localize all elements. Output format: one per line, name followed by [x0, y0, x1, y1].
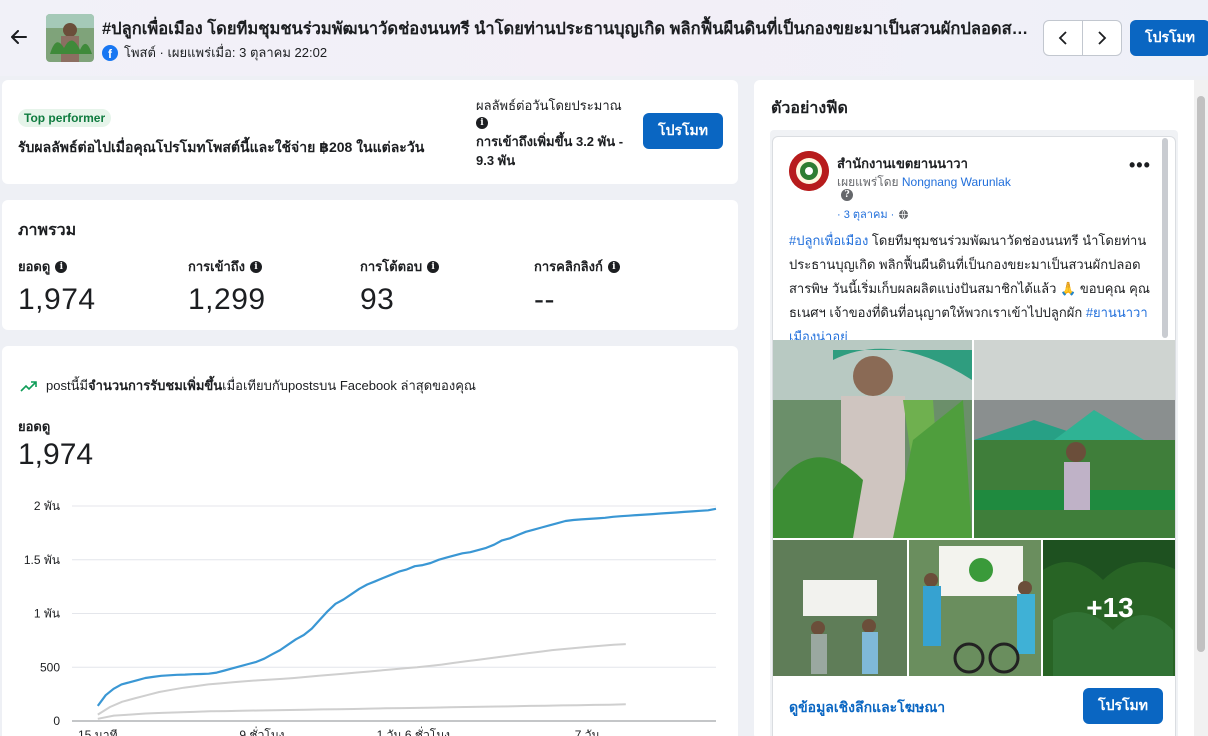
- metric-label: ยอดดู: [18, 259, 51, 274]
- photo-2[interactable]: [974, 340, 1175, 538]
- metric-views: ยอดดู i 1,974: [18, 256, 96, 317]
- y-tick-label: 0: [53, 714, 60, 728]
- promote-description: รับผลลัพธ์ต่อไปเมื่อคุณโปรโมทโพสต์นี้และ…: [18, 139, 425, 155]
- chart-metric-value: 1,974: [18, 438, 94, 471]
- feed-preview-card: ตัวอย่างฟีด สำนักงานเขตยานนาวา เผยแพร่โด…: [754, 80, 1208, 736]
- trend-note: postนี้มีจำนวนการรับชมเพิ่มขึ้นเมื่อเทีย…: [20, 375, 476, 396]
- photo-4[interactable]: [909, 540, 1041, 676]
- globe-icon: [899, 209, 909, 220]
- back-arrow-icon[interactable]: [8, 26, 30, 48]
- metric-label: การโต้ตอบ: [360, 259, 423, 274]
- preview-scrollbar[interactable]: [1162, 138, 1168, 338]
- card-promote-button[interactable]: โปรโมท: [643, 113, 723, 149]
- page-name[interactable]: สำนักงานเขตยานนาวา: [837, 153, 968, 174]
- x-tick-label: 7 วัน: [575, 728, 600, 736]
- chevron-right-icon: [1098, 31, 1107, 45]
- chevron-left-icon: [1058, 31, 1067, 45]
- metric-value: --: [534, 283, 555, 316]
- photo-grid: +13: [773, 340, 1175, 676]
- info-icon[interactable]: i: [607, 260, 620, 273]
- post-date-text: · 3 ตุลาคม ·: [837, 209, 895, 221]
- hashtag-link[interactable]: #ปลูกเพื่อเมือง: [789, 233, 868, 248]
- more-photos-count: +13: [1043, 540, 1175, 676]
- y-tick-label: 500: [40, 660, 60, 674]
- photo-5[interactable]: +13: [1043, 540, 1175, 676]
- metric-engagement: การโต้ตอบ i 93: [360, 256, 440, 317]
- publisher-name[interactable]: Nongnang Warunlak: [902, 175, 1011, 189]
- photo-1[interactable]: [773, 340, 972, 538]
- insights-and-ads-link[interactable]: ดูข้อมูลเชิงลึกและโฆษณา: [789, 697, 945, 719]
- views-chart-card: postนี้มีจำนวนการรับชมเพิ่มขึ้นเมื่อเทีย…: [2, 346, 738, 736]
- post-promote-button[interactable]: โปรโมท: [1083, 688, 1163, 724]
- metric-label: การคลิกลิงก์: [534, 259, 603, 274]
- top-performer-card: Top performer รับผลลัพธ์ต่อไปเมื่อคุณโปร…: [2, 80, 738, 184]
- metric-label: การเข้าถึง: [188, 259, 246, 274]
- trend-bold: จำนวนการรับชมเพิ่มขึ้น: [88, 378, 223, 393]
- feed-post: สำนักงานเขตยานนาวา เผยแพร่โดย Nongnang W…: [772, 136, 1176, 736]
- metric-link-clicks: การคลิกลิงก์ i --: [534, 256, 620, 317]
- post-date: · 3 ตุลาคม ·: [837, 205, 909, 223]
- published-by-label: เผยแพร่โดย: [837, 175, 899, 189]
- overview-card: ภาพรวม ยอดดู i 1,974 การเข้าถึง i 1,299 กา…: [2, 200, 738, 330]
- x-tick-label: 1 วัน 6 ชั่วโมง: [377, 726, 450, 736]
- page-avatar: [789, 151, 829, 191]
- post-thumbnail: [46, 14, 94, 62]
- published-by: เผยแพร่โดย Nongnang Warunlak: [837, 173, 1011, 192]
- x-tick-label: 15 นาที: [78, 728, 118, 736]
- x-tick-label: 9 ชั่วโมง: [239, 726, 284, 736]
- chart-metric-label: ยอดดู: [18, 419, 51, 434]
- info-icon[interactable]: i: [427, 260, 440, 273]
- metric-reach: การเข้าถึง i 1,299: [188, 256, 266, 317]
- header-promote-button[interactable]: โปรโมท: [1130, 20, 1208, 56]
- preview-title: ตัวอย่างฟีด: [771, 100, 848, 117]
- y-tick-label: 1.5 พัน: [24, 553, 60, 567]
- comparison-series-line: [97, 643, 626, 716]
- help-icon[interactable]: ?: [841, 189, 853, 201]
- scrollbar-thumb[interactable]: [1197, 96, 1205, 652]
- post-title: #ปลูกเพื่อเมือง โดยทีมชุมชนร่วมพัฒนาวัดช…: [102, 20, 1032, 38]
- info-icon[interactable]: i: [250, 260, 263, 273]
- comparison-series-line: [97, 703, 626, 720]
- estimate-value: การเข้าถึงเพิ่มขึ้น 3.2 พัน - 9.3 พัน: [476, 134, 624, 168]
- facebook-icon: f: [102, 44, 118, 61]
- trend-prefix: postนี้มี: [46, 378, 89, 393]
- photo-3[interactable]: [773, 540, 907, 676]
- views-line-chart: 0 500 1 พัน 1.5 พัน 2 พัน 15 นาที 9 ชั่วโมง 1 ว…: [24, 499, 717, 736]
- y-tick-label: 1 พัน: [34, 607, 60, 621]
- next-post-button[interactable]: [1082, 20, 1122, 56]
- info-icon[interactable]: i: [55, 260, 68, 273]
- post-meta-text: โพสต์ · เผยแพร่เมื่อ: 3 ตุลาคม 22:02: [124, 45, 328, 60]
- y-tick-label: 2 พัน: [34, 499, 60, 513]
- estimate-label: ผลลัพธ์ต่อวันโดยประมาณ: [476, 98, 622, 113]
- metric-value: 1,299: [188, 283, 266, 316]
- metric-value: 1,974: [18, 283, 96, 316]
- trending-up-icon: [20, 380, 37, 392]
- trend-suffix: เมื่อเทียบกับpostsบน Facebook ล่าสุดของค…: [222, 378, 476, 393]
- post-header: #ปลูกเพื่อเมือง โดยทีมชุมชนร่วมพัฒนาวัดช…: [0, 0, 1208, 76]
- page-scrollbar[interactable]: [1194, 80, 1208, 736]
- post-body: #ปลูกเพื่อเมือง โดยทีมชุมชนร่วมพัฒนาวัดช…: [789, 229, 1161, 349]
- previous-post-button[interactable]: [1043, 20, 1083, 56]
- overview-title: ภาพรวม: [18, 222, 77, 239]
- top-performer-badge: Top performer: [18, 109, 112, 127]
- info-icon[interactable]: i: [476, 117, 488, 129]
- views-series-line: [96, 507, 717, 707]
- post-meta: f โพสต์ · เผยแพร่เมื่อ: 3 ตุลาคม 22:02: [102, 42, 327, 63]
- metric-value: 93: [360, 283, 395, 316]
- more-options-icon[interactable]: •••: [1129, 155, 1151, 176]
